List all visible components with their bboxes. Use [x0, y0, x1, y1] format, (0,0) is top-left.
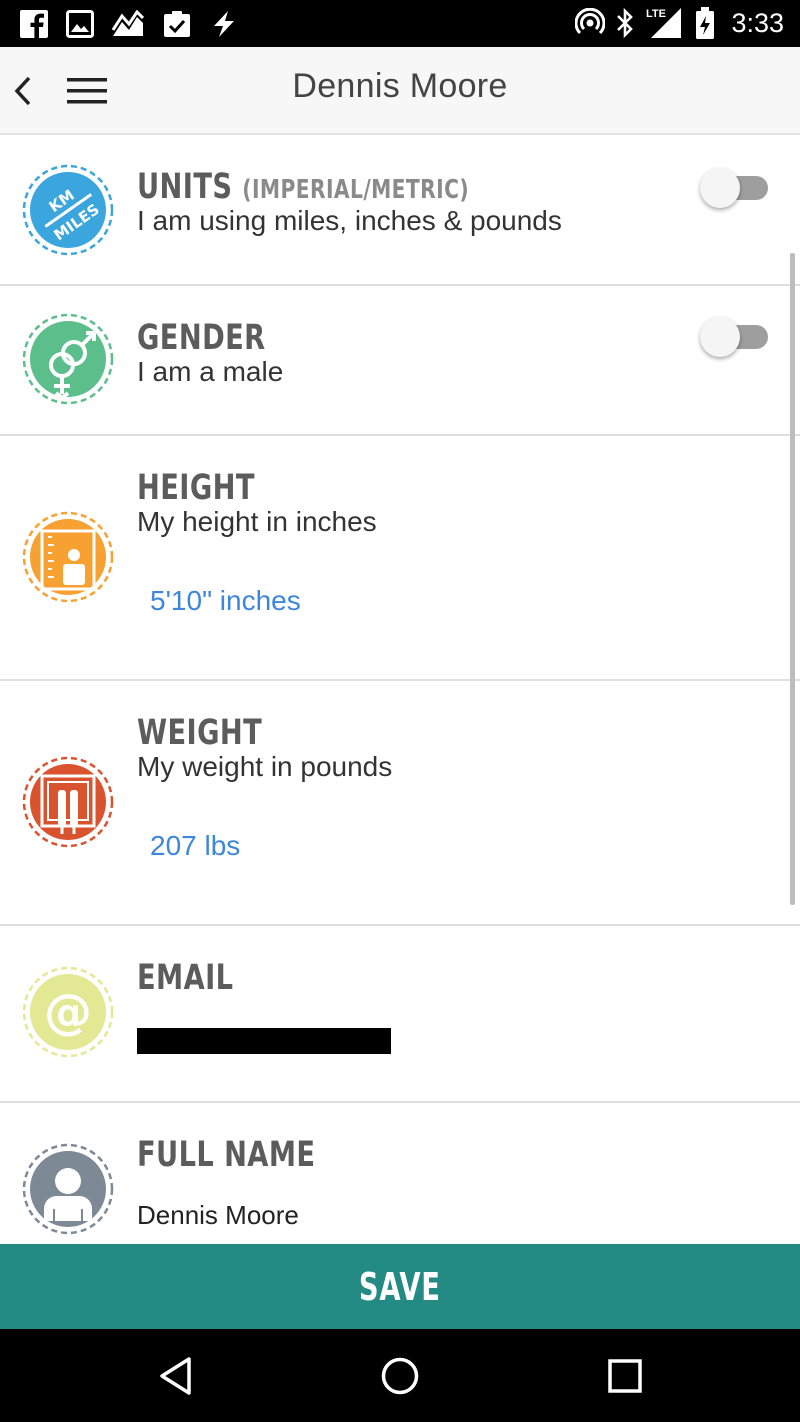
flash-icon — [210, 10, 238, 38]
full-name-label: FULL NAME — [137, 1135, 316, 1175]
signal-icon: LTE — [645, 7, 685, 39]
trend-icon — [112, 10, 144, 38]
triangle-back-icon — [160, 1357, 191, 1395]
gender-row: GENDER I am a male — [0, 286, 800, 436]
km-miles-icon: KM MILES — [22, 164, 114, 256]
system-nav-bar — [0, 1329, 800, 1422]
units-toggle-thumb — [700, 168, 740, 208]
height-ruler-icon — [22, 511, 114, 603]
weight-text: WEIGHT My weight in pounds — [137, 713, 760, 783]
nav-recents-button[interactable] — [600, 1351, 650, 1401]
save-button-label: SAVE — [359, 1264, 441, 1309]
weight-scale-icon — [22, 756, 114, 848]
height-text: HEIGHT My height in inches — [137, 468, 760, 538]
weight-value[interactable]: 207 lbs — [150, 830, 240, 862]
gender-label: GENDER — [137, 318, 266, 358]
height-value[interactable]: 5'10" inches — [150, 585, 301, 617]
nav-back-button[interactable] — [150, 1351, 200, 1401]
system-icons: LTE 3:33 — [575, 6, 784, 40]
units-text: UNITS (IMPERIAL/METRIC) I am using miles… — [137, 167, 760, 237]
scrollbar[interactable] — [790, 253, 795, 905]
clock-time: 3:33 — [731, 7, 784, 38]
image-icon — [66, 10, 94, 38]
units-sublabel: (IMPERIAL/METRIC) — [242, 175, 470, 205]
height-description: My height in inches — [137, 506, 377, 537]
chevron-left-icon — [14, 76, 31, 106]
app-bar: Dennis Moore — [0, 47, 800, 135]
gender-text: GENDER I am a male — [137, 318, 760, 388]
full-name-row: FULL NAME Dennis Moore — [0, 1103, 800, 1244]
menu-button[interactable] — [62, 69, 112, 113]
units-toggle[interactable] — [700, 168, 770, 208]
bluetooth-icon — [615, 8, 635, 38]
battery-icon — [695, 7, 715, 39]
height-row: HEIGHT My height in inches 5'10" inches — [0, 436, 800, 681]
nav-home-button[interactable] — [375, 1351, 425, 1401]
full-name-text: FULL NAME — [137, 1135, 760, 1175]
svg-text:LTE: LTE — [646, 8, 666, 20]
hamburger-menu-icon — [67, 78, 107, 104]
facebook-icon — [20, 10, 48, 38]
weight-row: WEIGHT My weight in pounds 207 lbs — [0, 681, 800, 926]
gender-toggle[interactable] — [700, 317, 770, 357]
save-button[interactable]: SAVE — [0, 1244, 800, 1329]
height-label: HEIGHT — [137, 468, 255, 508]
back-button[interactable] — [6, 69, 40, 113]
email-at-icon: @ — [22, 966, 114, 1058]
weight-description: My weight in pounds — [137, 751, 393, 782]
full-name-value[interactable]: Dennis Moore — [137, 1200, 299, 1231]
svg-text:@: @ — [44, 984, 92, 1040]
email-row: @ EMAIL — [0, 926, 800, 1103]
email-value-redacted[interactable] — [137, 1028, 391, 1054]
gender-toggle-thumb — [700, 317, 740, 357]
circle-home-icon — [381, 1357, 419, 1395]
page-title: Dennis Moore — [292, 67, 508, 105]
units-description: I am using miles, inches & pounds — [137, 205, 562, 236]
gender-icon — [22, 313, 114, 405]
email-label: EMAIL — [137, 958, 234, 998]
email-text: EMAIL — [137, 958, 760, 998]
user-avatar-icon — [22, 1143, 114, 1235]
square-recents-icon — [608, 1359, 642, 1393]
notification-icons — [20, 8, 238, 40]
hotspot-icon — [575, 8, 606, 38]
clipboard-check-icon — [162, 9, 192, 39]
weight-label: WEIGHT — [137, 713, 263, 753]
units-row: KM MILES UNITS (IMPERIAL/METRIC) I am us… — [0, 135, 800, 286]
units-label: UNITS (IMPERIAL/METRIC) — [137, 167, 470, 207]
status-bar: LTE 3:33 — [0, 0, 800, 47]
gender-description: I am a male — [137, 356, 284, 387]
